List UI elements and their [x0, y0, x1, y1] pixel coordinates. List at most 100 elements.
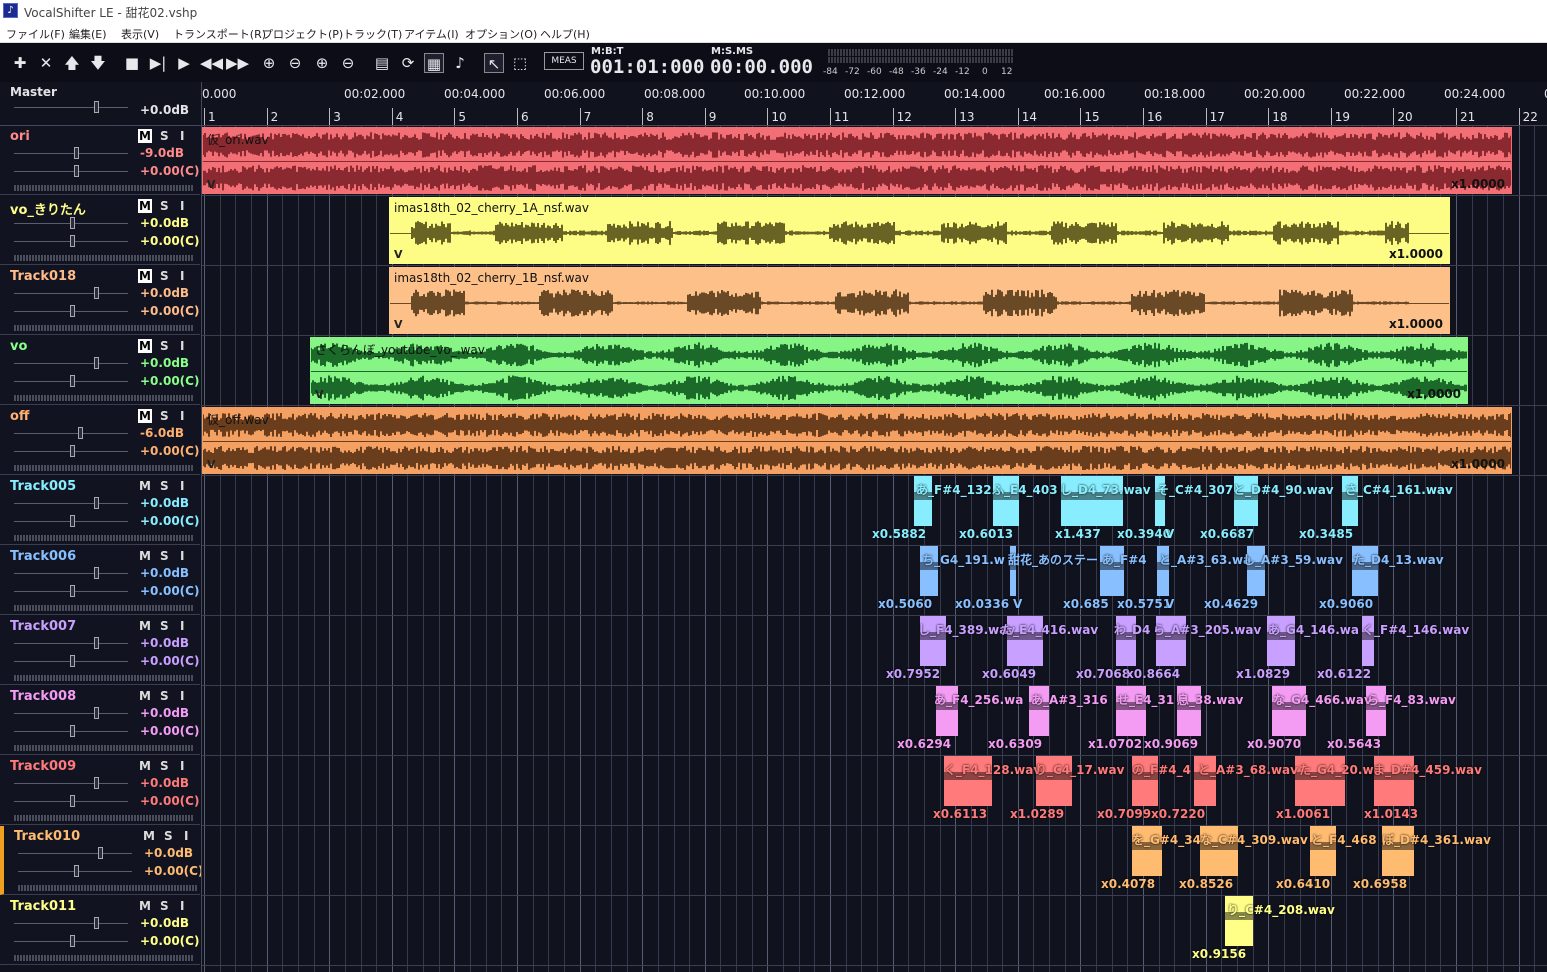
timeline-area[interactable]: 仮_ori.wav Vx1.0000 imas18th_02_cherry_1A_n…: [201, 126, 1547, 972]
zoom-in-vertical-icon[interactable]: ⊕: [312, 53, 332, 73]
step-play-icon[interactable]: ▶|: [148, 53, 168, 73]
track-name[interactable]: Track005: [10, 479, 76, 494]
mute-button[interactable]: M: [138, 759, 152, 773]
slider-knob[interactable]: [94, 567, 99, 579]
pan-slider[interactable]: [14, 725, 128, 737]
zoom-in-horizontal-icon[interactable]: ⊕: [259, 53, 279, 73]
volume-slider[interactable]: [14, 217, 128, 229]
volume-slider[interactable]: [18, 847, 132, 859]
track-header[interactable]: Track005 M S I +0.0dB +0.00(C): [0, 476, 200, 545]
input-button[interactable]: I: [184, 829, 188, 843]
plus-icon[interactable]: ✚: [10, 53, 30, 73]
slider-knob[interactable]: [70, 935, 75, 947]
solo-button[interactable]: S: [160, 409, 169, 423]
rewind-icon[interactable]: ◀◀: [200, 53, 223, 73]
fast-forward-icon[interactable]: ▶▶: [226, 53, 249, 73]
solo-button[interactable]: S: [160, 199, 169, 213]
track-header[interactable]: Track010 M S I +0.0dB +0.00(C): [0, 826, 203, 895]
menu-help[interactable]: ヘルプ(H): [540, 26, 590, 42]
slider-knob[interactable]: [70, 585, 75, 597]
audio-clip[interactable]: imas18th_02_cherry_1A_nsf.wav Vx1.0000: [389, 197, 1450, 264]
audio-clip[interactable]: 仮_ori.wav Vx1.0000: [202, 127, 1512, 194]
slider-knob[interactable]: [98, 847, 103, 859]
track-header[interactable]: Track006 M S I +0.0dB +0.00(C): [0, 546, 200, 615]
pan-slider[interactable]: [14, 655, 128, 667]
slider-knob[interactable]: [94, 287, 99, 299]
input-button[interactable]: I: [180, 409, 184, 423]
mute-button[interactable]: M: [138, 689, 152, 703]
volume-slider[interactable]: [14, 637, 128, 649]
arrow-up-icon[interactable]: 🡅: [62, 53, 82, 73]
arrow-down-icon[interactable]: 🡇: [88, 53, 108, 73]
track-header[interactable]: Track007 M S I +0.0dB +0.00(C): [0, 616, 200, 685]
solo-button[interactable]: S: [160, 339, 169, 353]
loop-icon[interactable]: ⟳: [398, 53, 418, 73]
input-button[interactable]: I: [180, 339, 184, 353]
solo-button[interactable]: S: [160, 619, 169, 633]
track-name[interactable]: Track011: [10, 899, 76, 914]
track-header[interactable]: Track011 M S I +0.0dB +0.00(C): [0, 896, 200, 965]
pan-slider[interactable]: [14, 165, 128, 177]
solo-button[interactable]: S: [160, 899, 169, 913]
track-header[interactable]: vo_きりたん M S I +0.0dB +0.00(C): [0, 196, 200, 265]
slider-knob[interactable]: [70, 217, 75, 229]
pan-slider[interactable]: [14, 235, 128, 247]
input-button[interactable]: I: [180, 129, 184, 143]
input-button[interactable]: I: [180, 479, 184, 493]
pan-slider[interactable]: [14, 585, 128, 597]
menu-track[interactable]: トラック(T): [343, 26, 402, 42]
volume-slider[interactable]: [14, 497, 128, 509]
menu-edit[interactable]: 編集(E): [69, 26, 107, 42]
slider-knob[interactable]: [70, 725, 75, 737]
track-name[interactable]: Track006: [10, 549, 76, 564]
slider-knob[interactable]: [70, 515, 75, 527]
menu-transport[interactable]: トランスポート(R): [173, 26, 266, 42]
mute-button[interactable]: M: [138, 479, 152, 493]
track-name[interactable]: Track008: [10, 689, 76, 704]
mute-button[interactable]: M: [138, 619, 152, 633]
track-name[interactable]: vo_きりたん: [10, 199, 86, 218]
input-button[interactable]: I: [180, 619, 184, 633]
pan-slider[interactable]: [14, 445, 128, 457]
track-header[interactable]: Track018 M S I +0.0dB +0.00(C): [0, 266, 200, 335]
slider-knob[interactable]: [94, 357, 99, 369]
slider-knob[interactable]: [94, 707, 99, 719]
slider-knob[interactable]: [94, 101, 99, 113]
solo-button[interactable]: S: [160, 759, 169, 773]
stop-icon[interactable]: ■: [122, 53, 142, 73]
input-button[interactable]: I: [180, 689, 184, 703]
track-name[interactable]: Track018: [10, 269, 76, 284]
input-button[interactable]: I: [180, 269, 184, 283]
solo-button[interactable]: S: [160, 479, 169, 493]
track-name[interactable]: Track010: [14, 829, 80, 844]
track-name[interactable]: ori: [10, 129, 30, 144]
track-header[interactable]: vo M S I +0.0dB +0.00(C): [0, 336, 200, 405]
mute-button[interactable]: M: [138, 409, 152, 423]
volume-slider[interactable]: [14, 287, 128, 299]
track-header[interactable]: Track009 M S I +0.0dB +0.00(C): [0, 756, 200, 825]
track-name[interactable]: vo: [10, 339, 27, 354]
menu-view[interactable]: 表示(V): [121, 26, 159, 42]
solo-button[interactable]: S: [160, 269, 169, 283]
volume-slider[interactable]: [14, 707, 128, 719]
track-name[interactable]: off: [10, 409, 29, 424]
input-button[interactable]: I: [180, 759, 184, 773]
volume-slider[interactable]: [14, 567, 128, 579]
track-name[interactable]: Track009: [10, 759, 76, 774]
track-header[interactable]: Track008 M S I +0.0dB +0.00(C): [0, 686, 200, 755]
track-header[interactable]: off M S I -6.0dB +0.00(C): [0, 406, 200, 475]
slider-knob[interactable]: [94, 777, 99, 789]
timeline-ruler[interactable]: 0.000 00:02.000 00:04.000 00:06.000 00:08.00…: [201, 82, 1547, 125]
pan-slider[interactable]: [14, 375, 128, 387]
volume-slider[interactable]: [14, 777, 128, 789]
note-icon[interactable]: ♪: [450, 53, 470, 73]
mute-button[interactable]: M: [138, 269, 152, 283]
audio-clip[interactable]: imas18th_02_cherry_1B_nsf.wav Vx1.0000: [389, 267, 1450, 334]
slider-knob[interactable]: [78, 427, 83, 439]
volume-slider[interactable]: [14, 427, 128, 439]
volume-slider[interactable]: [14, 917, 128, 929]
slider-knob[interactable]: [74, 165, 79, 177]
master-volume-slider[interactable]: [14, 101, 128, 113]
zoom-out-horizontal-icon[interactable]: ⊖: [285, 53, 305, 73]
solo-button[interactable]: S: [160, 129, 169, 143]
